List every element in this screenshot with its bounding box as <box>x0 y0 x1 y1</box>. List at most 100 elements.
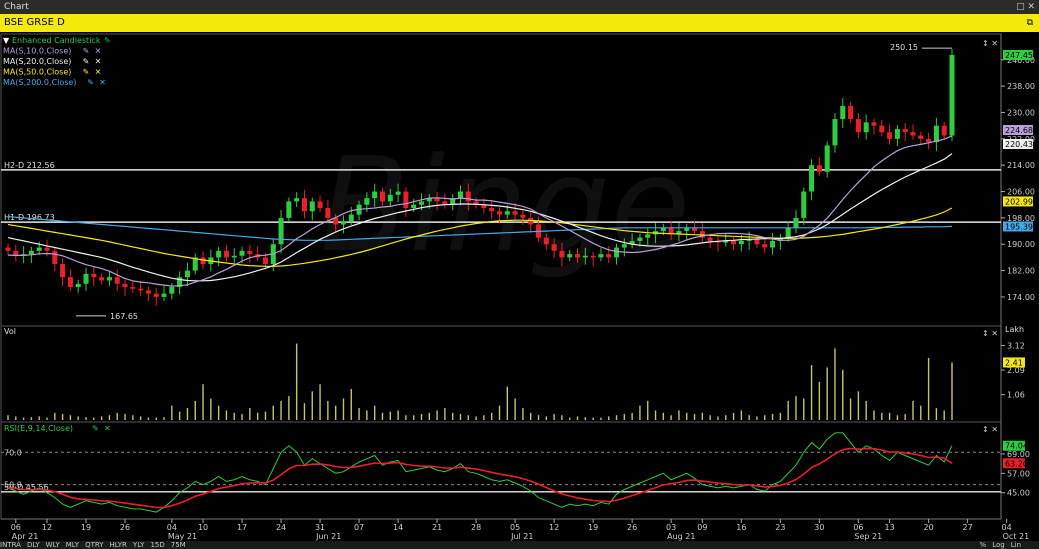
close-icon[interactable]: ✕ <box>95 47 102 56</box>
vol-tick-label: 3.12 <box>1007 341 1025 350</box>
volume-label: Vol <box>4 327 16 336</box>
scale-button-1[interactable]: Log <box>992 541 1005 549</box>
x-tick-label: 06 <box>853 523 863 532</box>
x-tick-label: 09 <box>697 523 707 532</box>
rsi-tick-label: 45.00 <box>1007 489 1030 498</box>
volume-unit: Lakh <box>1005 325 1024 334</box>
candle-body <box>216 250 222 258</box>
candle-body <box>83 273 89 284</box>
candle-body <box>75 283 81 288</box>
candle-body <box>28 250 34 255</box>
close-icon[interactable]: ✕ <box>95 68 102 77</box>
legend-item: MA(S,200.0,Close) <box>3 78 76 87</box>
candle-body <box>848 105 854 120</box>
candle-body <box>582 255 588 258</box>
candle-body <box>949 54 955 136</box>
high-label: 250.15 <box>890 43 918 52</box>
legend-item: Enhanced Candlestick <box>12 36 101 45</box>
panel-frame-2 <box>0 421 1002 520</box>
price-tick-label: 182.00 <box>1007 267 1035 276</box>
candle-body <box>5 247 11 251</box>
interval-button-dly[interactable]: DLY <box>27 541 40 549</box>
candle-body <box>340 221 346 225</box>
panel-controls: ↕ ✕ <box>982 425 998 434</box>
x-month-label: Jul 21 <box>510 532 533 541</box>
candle-body <box>278 217 284 245</box>
pencil-icon[interactable]: ✎ <box>104 36 111 45</box>
candle-body <box>840 105 846 120</box>
candle-body <box>879 125 885 133</box>
rsi-level-label: 70.0 <box>4 448 22 457</box>
low-label: 167.65 <box>110 312 138 321</box>
x-tick-label: 04 <box>167 523 177 532</box>
candle-body <box>933 125 939 143</box>
candle-body <box>262 257 268 264</box>
candle-body <box>348 214 354 222</box>
interval-button-wly[interactable]: WLY <box>46 541 60 549</box>
candle-body <box>294 198 300 202</box>
candle-body <box>598 254 604 258</box>
candle-body <box>809 165 815 192</box>
x-tick-label: 14 <box>393 523 403 532</box>
x-month-label: Sep 21 <box>854 532 882 541</box>
price-last-label: 220.43 <box>1005 140 1033 149</box>
vol-tick-label: 1.06 <box>1007 391 1025 400</box>
panel-controls: ↕ ✕ <box>982 39 998 48</box>
candle-body <box>575 254 581 258</box>
pencil-icon[interactable]: ✎ <box>83 57 90 66</box>
scale-button-0[interactable]: % <box>980 541 987 549</box>
candle-body <box>301 198 307 212</box>
x-tick-label: 16 <box>736 523 746 532</box>
x-tick-label: 07 <box>354 523 364 532</box>
candle-body <box>941 125 947 136</box>
candle-body <box>731 240 737 245</box>
close-icon[interactable]: ✕ <box>99 78 106 87</box>
candle-body <box>871 122 877 126</box>
candle-body <box>512 211 518 215</box>
candle-body <box>247 250 253 255</box>
candle-body <box>36 247 42 251</box>
candle-body <box>496 211 503 215</box>
price-last-label: 247.45 <box>1005 51 1033 60</box>
pencil-icon[interactable]: ✎ <box>87 78 94 87</box>
interval-button-75m[interactable]: 75M <box>171 541 186 549</box>
interval-button-qtry[interactable]: QTRY <box>85 541 103 549</box>
candle-body <box>161 293 167 297</box>
pencil-icon[interactable]: ✎ <box>83 68 90 77</box>
interval-button-intra[interactable]: INTRA <box>0 541 21 549</box>
x-tick-label: 21 <box>432 523 442 532</box>
candle-body <box>738 240 744 245</box>
x-tick-label: 24 <box>276 523 286 532</box>
candle-body <box>543 237 549 245</box>
candle-body <box>317 201 323 208</box>
chart-canvas[interactable]: 174.00182.00190.00198.00206.00214.00222.… <box>0 0 1039 549</box>
close-icon[interactable]: ✕ <box>95 57 102 66</box>
x-month-label: Jun 21 <box>315 532 341 541</box>
candle-body <box>169 287 175 294</box>
candle-body <box>184 270 190 278</box>
candle-body <box>379 191 385 202</box>
price-tick-label: 230.00 <box>1007 108 1035 117</box>
vol-last-label: 2.41 <box>1005 358 1023 367</box>
x-tick-label: 27 <box>963 523 973 532</box>
price-tick-label: 190.00 <box>1007 240 1035 249</box>
price-hline-label: H2-D 212.56 <box>4 161 55 170</box>
price-last-label: 202.99 <box>1005 197 1033 206</box>
close-icon[interactable]: ✕ <box>104 424 111 433</box>
scale-button-2[interactable]: Lin <box>1011 541 1021 549</box>
candle-body <box>590 255 596 258</box>
pencil-icon[interactable]: ✎ <box>83 47 90 56</box>
legend-arrow[interactable]: ▼ <box>3 36 10 45</box>
rsi-tick-label: 57.00 <box>1007 469 1030 478</box>
candle-body <box>403 191 409 208</box>
interval-button-15d[interactable]: 15D <box>150 541 164 549</box>
interval-button-mly[interactable]: MLY <box>66 541 79 549</box>
pencil-icon[interactable]: ✎ <box>92 424 99 433</box>
candle-body <box>52 250 58 264</box>
candle-body <box>528 217 534 225</box>
candle-body <box>418 201 425 205</box>
price-tick-label: 174.00 <box>1007 293 1035 302</box>
interval-button-hlyr[interactable]: HLYR <box>110 541 127 549</box>
interval-button-yly[interactable]: YLY <box>133 541 145 549</box>
candle-body <box>387 194 393 202</box>
